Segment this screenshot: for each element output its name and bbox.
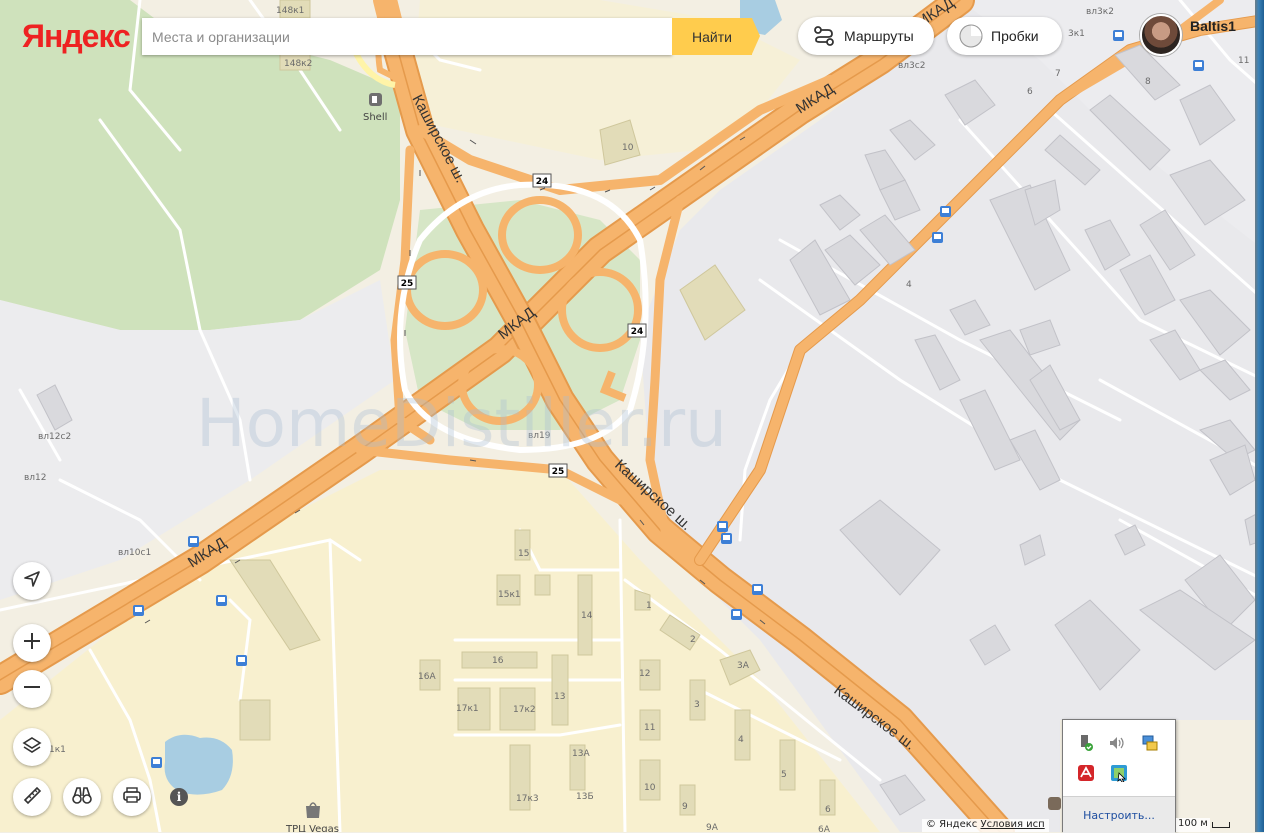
exit-number: 25 xyxy=(401,279,414,289)
svg-text:13: 13 xyxy=(554,692,565,702)
svg-text:10: 10 xyxy=(622,143,634,153)
traffic-label: Пробки xyxy=(991,28,1039,44)
routes-label: Маршруты xyxy=(844,28,914,44)
logo-text: Яндекс xyxy=(22,18,131,54)
svg-text:6: 6 xyxy=(1027,87,1033,97)
svg-text:вл19: вл19 xyxy=(528,431,551,441)
traffic-button[interactable]: Пробки xyxy=(947,17,1062,55)
search-input[interactable] xyxy=(142,18,672,55)
avatar[interactable] xyxy=(1140,14,1182,56)
svg-text:вл12с2: вл12с2 xyxy=(38,432,71,442)
svg-text:13Б: 13Б xyxy=(576,792,594,802)
svg-text:9: 9 xyxy=(682,802,688,812)
volume-icon[interactable] xyxy=(1108,734,1126,752)
user-menu[interactable]: Baltis1 xyxy=(1140,14,1236,56)
poi-label-tpu: ТРЦ Vegas xyxy=(285,824,339,832)
svg-text:6: 6 xyxy=(825,805,831,815)
find-button[interactable]: Найти xyxy=(672,18,760,55)
svg-text:3к1: 3к1 xyxy=(1068,29,1085,39)
svg-text:13А: 13А xyxy=(572,749,590,759)
scale-label: 100 м xyxy=(1176,818,1210,832)
svg-text:вл12: вл12 xyxy=(24,473,47,483)
svg-text:1: 1 xyxy=(646,601,652,611)
poi-label-shell: Shell xyxy=(363,112,387,123)
plus-icon xyxy=(22,631,42,655)
svg-text:6А: 6А xyxy=(818,825,831,832)
svg-text:148к1: 148к1 xyxy=(276,6,304,16)
minus-icon xyxy=(22,677,42,701)
svg-text:16: 16 xyxy=(492,656,504,666)
svg-text:11: 11 xyxy=(1238,56,1249,66)
tray-configure-link[interactable]: Настроить... xyxy=(1063,796,1175,833)
app-tray-icon[interactable] xyxy=(1110,764,1128,782)
exit-number: 25 xyxy=(552,467,565,477)
map-canvas[interactable]: 24 24 25 25 МКАД МКАД МКАД Каширское ш. … xyxy=(0,0,1264,832)
svg-text:15к1: 15к1 xyxy=(498,590,521,600)
traffic-light-icon xyxy=(959,24,983,48)
exit-number: 24 xyxy=(631,327,644,337)
panorama-button[interactable] xyxy=(63,778,101,816)
antivirus-icon[interactable] xyxy=(1077,764,1095,782)
svg-text:12: 12 xyxy=(639,669,650,679)
copyright-text: © Яндекс xyxy=(926,819,978,830)
route-icon xyxy=(812,24,836,48)
search-box[interactable] xyxy=(142,18,672,55)
print-button[interactable] xyxy=(113,778,151,816)
svg-text:вл3с2: вл3с2 xyxy=(898,61,925,71)
svg-text:17к2: 17к2 xyxy=(513,705,536,715)
svg-text:16А: 16А xyxy=(418,672,436,682)
network-icon[interactable] xyxy=(1141,734,1159,752)
ruler-button[interactable] xyxy=(13,778,51,816)
svg-text:8: 8 xyxy=(1145,77,1151,87)
svg-text:7: 7 xyxy=(1055,69,1061,79)
routes-button[interactable]: Маршруты xyxy=(798,17,934,55)
svg-text:2: 2 xyxy=(690,635,696,645)
svg-text:14: 14 xyxy=(581,611,593,621)
terms-link[interactable]: Условия исп xyxy=(980,819,1044,830)
printer-icon xyxy=(122,785,142,809)
locate-icon xyxy=(23,570,41,592)
layers-button[interactable] xyxy=(13,728,51,766)
exit-number: 24 xyxy=(536,177,549,187)
zoom-in-button[interactable] xyxy=(13,624,51,662)
svg-text:вл10с1: вл10с1 xyxy=(118,548,151,558)
svg-text:3: 3 xyxy=(694,700,700,710)
svg-text:17к1: 17к1 xyxy=(456,704,479,714)
svg-text:15: 15 xyxy=(518,549,529,559)
svg-text:3А: 3А xyxy=(737,661,750,671)
svg-text:1к1: 1к1 xyxy=(49,745,66,755)
yandex-logo[interactable]: Яндекс xyxy=(22,18,131,55)
locate-button[interactable] xyxy=(13,562,51,600)
system-tray-popup: Настроить... xyxy=(1062,719,1176,833)
user-name: Baltis1 xyxy=(1190,18,1236,34)
shop-poi-icon[interactable] xyxy=(1048,797,1061,810)
ruler-icon xyxy=(22,785,42,809)
svg-text:10: 10 xyxy=(644,783,656,793)
layers-icon xyxy=(22,735,42,759)
info-icon[interactable]: i xyxy=(170,788,188,806)
svg-text:17к3: 17к3 xyxy=(516,794,539,804)
svg-text:5: 5 xyxy=(781,770,787,780)
svg-text:9А: 9А xyxy=(706,823,719,832)
binoculars-icon xyxy=(71,785,93,809)
svg-text:4: 4 xyxy=(738,735,744,745)
svg-text:11: 11 xyxy=(644,723,655,733)
svg-text:вл3к2: вл3к2 xyxy=(1086,7,1114,17)
desktop-edge xyxy=(1255,0,1264,832)
usb-safe-remove-icon[interactable] xyxy=(1077,734,1095,752)
svg-text:148к2: 148к2 xyxy=(284,59,312,69)
svg-text:4: 4 xyxy=(906,280,912,290)
copyright: © Яндекс Условия исп xyxy=(922,819,1049,832)
scale-bar xyxy=(1212,822,1230,828)
zoom-out-button[interactable] xyxy=(13,670,51,708)
